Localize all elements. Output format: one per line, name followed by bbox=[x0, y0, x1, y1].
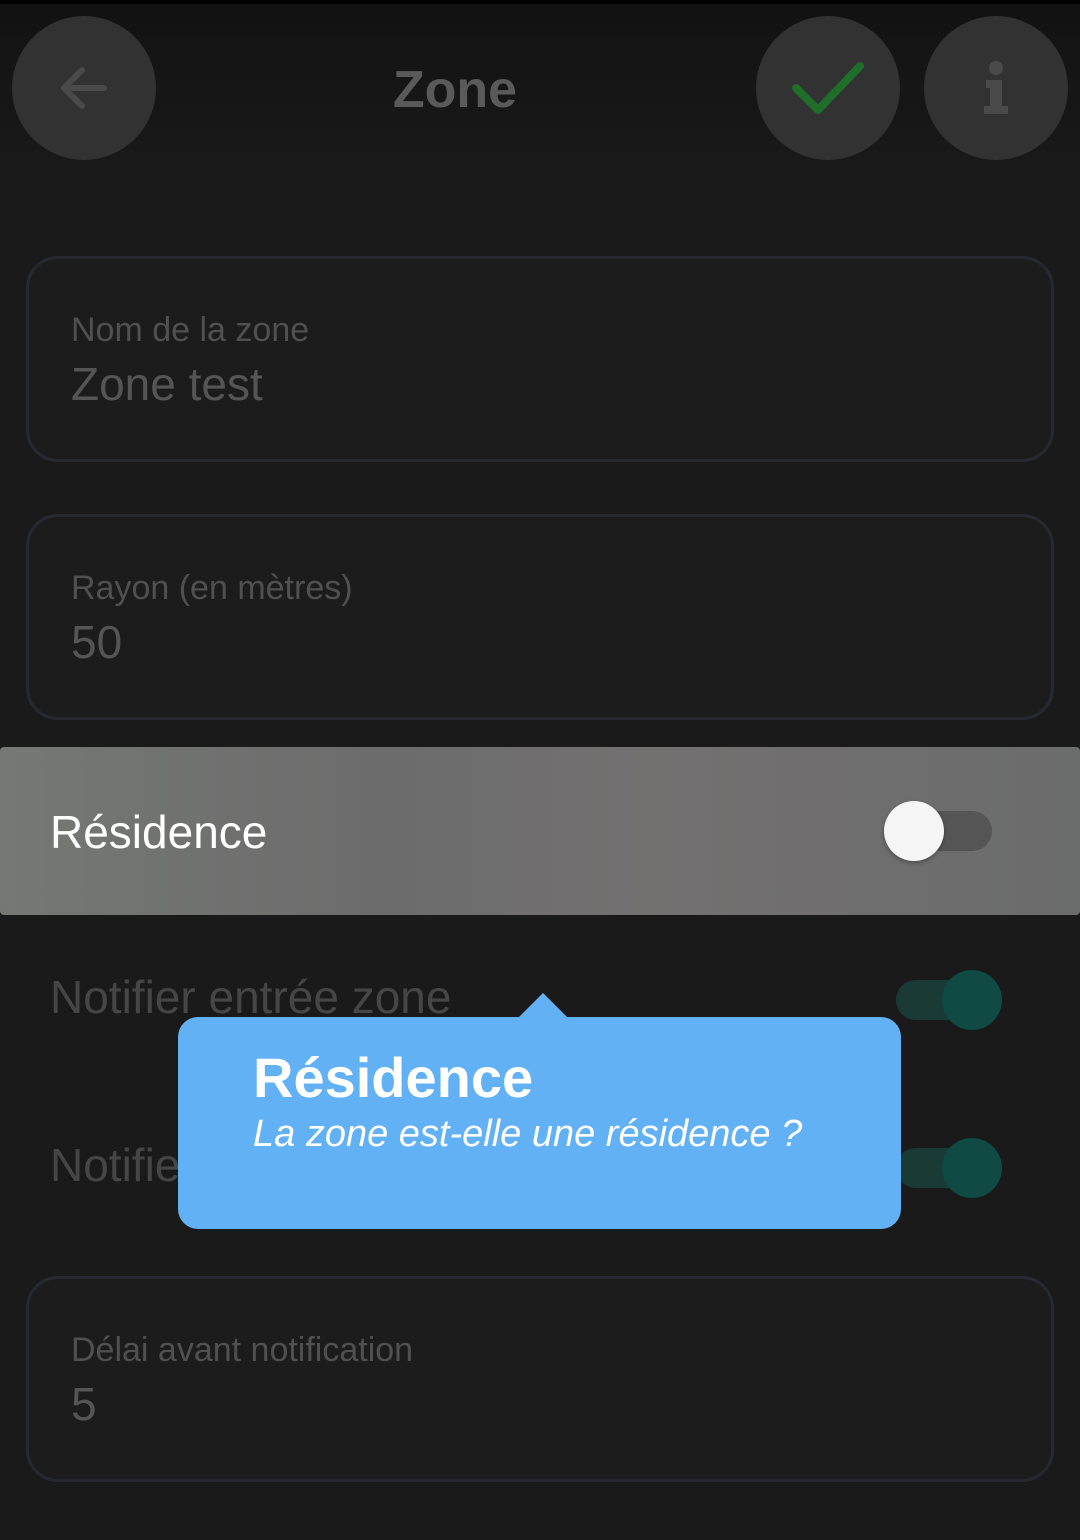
radius-label: Rayon (en mètres) bbox=[71, 569, 353, 607]
tooltip[interactable]: Résidence La zone est-elle une résidence… bbox=[178, 1017, 901, 1229]
check-icon bbox=[792, 62, 864, 114]
residence-label: Résidence bbox=[50, 806, 268, 858]
zone-name-field[interactable]: Nom de la zone Zone test bbox=[26, 256, 1054, 462]
app-header: Zone bbox=[0, 4, 1080, 184]
confirm-button[interactable] bbox=[756, 16, 900, 160]
info-button[interactable] bbox=[924, 16, 1068, 160]
zone-name-label: Nom de la zone bbox=[71, 311, 310, 349]
back-button[interactable] bbox=[12, 16, 156, 160]
tooltip-subtitle: La zone est-elle une résidence ? bbox=[253, 1113, 803, 1155]
residence-toggle-thumb[interactable] bbox=[884, 801, 944, 861]
radius-field[interactable]: Rayon (en mètres) 50 bbox=[26, 514, 1054, 720]
delay-field[interactable]: Délai avant notification 5 bbox=[26, 1276, 1054, 1482]
notify-entry-label: Notifier entrée zone bbox=[50, 971, 452, 1023]
notify-exit-label: Notifie bbox=[50, 1139, 181, 1191]
delay-value[interactable]: 5 bbox=[71, 1377, 97, 1431]
arrow-left-icon bbox=[61, 67, 107, 109]
residence-row[interactable]: Résidence bbox=[0, 747, 1080, 915]
tooltip-arrow bbox=[518, 993, 568, 1018]
notify-exit-toggle-thumb[interactable] bbox=[942, 1138, 1002, 1198]
notify-entry-toggle-thumb[interactable] bbox=[942, 970, 1002, 1030]
radius-value[interactable]: 50 bbox=[71, 615, 122, 669]
page-title: Zone bbox=[392, 61, 518, 119]
delay-label: Délai avant notification bbox=[71, 1331, 414, 1369]
zone-name-value[interactable]: Zone test bbox=[71, 357, 263, 411]
tooltip-title: Résidence bbox=[253, 1046, 534, 1109]
info-icon bbox=[984, 61, 1008, 114]
